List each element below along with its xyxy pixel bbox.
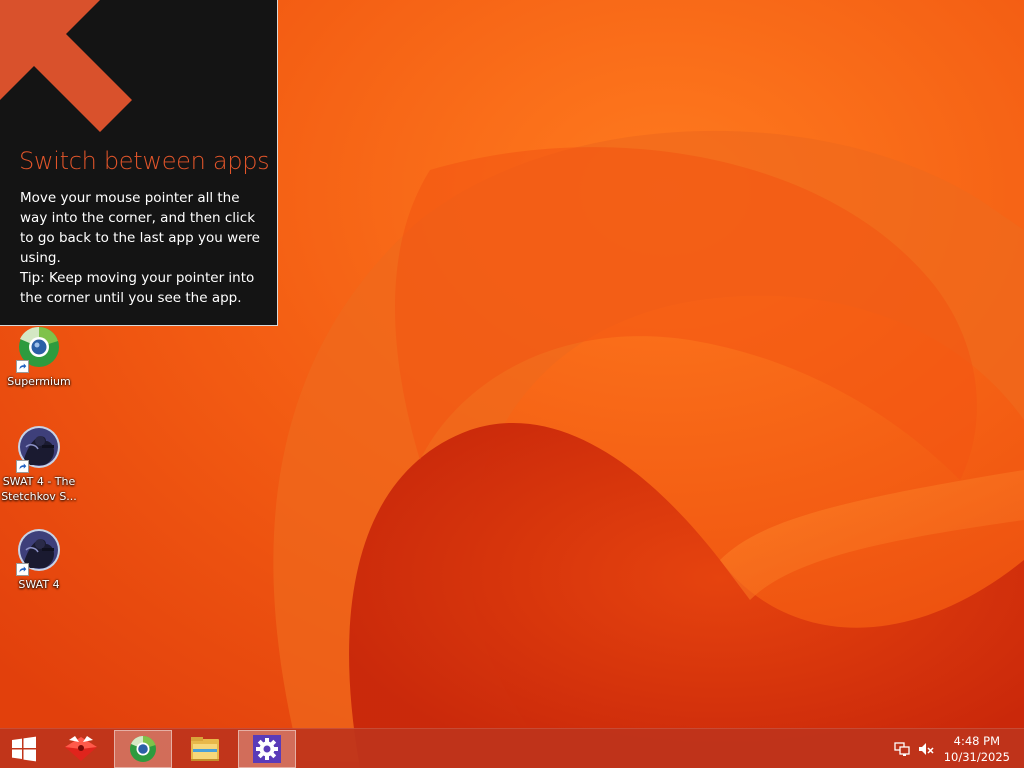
taskbar-supermium[interactable] bbox=[114, 730, 172, 768]
start-button[interactable] bbox=[0, 730, 48, 768]
corner-arrow-icon bbox=[0, 0, 132, 132]
shortcut-arrow-icon bbox=[16, 460, 29, 473]
tip-hint-text: Tip: Keep moving your pointer into the c… bbox=[20, 270, 255, 306]
shortcut-arrow-icon bbox=[16, 563, 29, 576]
desktop-icon-supermium[interactable]: Supermium bbox=[0, 325, 78, 389]
volume-muted-icon[interactable] bbox=[918, 741, 934, 757]
desktop-icon-label: Supermium bbox=[7, 375, 71, 388]
red-app-icon bbox=[65, 736, 97, 761]
desktop-icon-swat4-stetchkov[interactable]: SWAT 4 - The Stetchkov S... bbox=[0, 425, 78, 504]
tip-body: Move your mouse pointer all the way into… bbox=[20, 188, 265, 308]
tip-title: Switch between apps bbox=[19, 147, 270, 175]
network-icon[interactable] bbox=[894, 741, 910, 757]
desktop-icon-swat4[interactable]: SWAT 4 bbox=[0, 528, 78, 592]
desktop-icon-label: SWAT 4 bbox=[18, 578, 60, 591]
taskbar-settings[interactable] bbox=[238, 730, 296, 768]
supermium-icon bbox=[130, 735, 156, 762]
swat4-icon bbox=[16, 528, 62, 576]
taskbar: 4:48 PM 10/31/2025 bbox=[0, 728, 1024, 768]
supermium-icon bbox=[16, 325, 62, 373]
desktop[interactable]: Switch between apps Move your mouse poin… bbox=[0, 0, 1024, 768]
clock[interactable]: 4:48 PM 10/31/2025 bbox=[944, 733, 1010, 765]
folder-icon bbox=[191, 737, 219, 761]
taskbar-app-red[interactable] bbox=[52, 730, 110, 768]
desktop-icon-label: SWAT 4 - The Stetchkov S... bbox=[1, 475, 77, 503]
system-tray: 4:48 PM 10/31/2025 bbox=[884, 729, 1024, 768]
corner-tip-panel: Switch between apps Move your mouse poin… bbox=[0, 0, 278, 326]
clock-date: 10/31/2025 bbox=[943, 750, 1010, 764]
clock-time: 4:48 PM bbox=[953, 734, 1001, 748]
taskbar-file-explorer[interactable] bbox=[176, 730, 234, 768]
swat4-icon bbox=[16, 425, 62, 473]
gear-icon bbox=[253, 735, 281, 763]
shortcut-arrow-icon bbox=[16, 360, 29, 373]
tip-body-text: Move your mouse pointer all the way into… bbox=[20, 190, 260, 266]
windows-logo-icon bbox=[12, 736, 36, 762]
